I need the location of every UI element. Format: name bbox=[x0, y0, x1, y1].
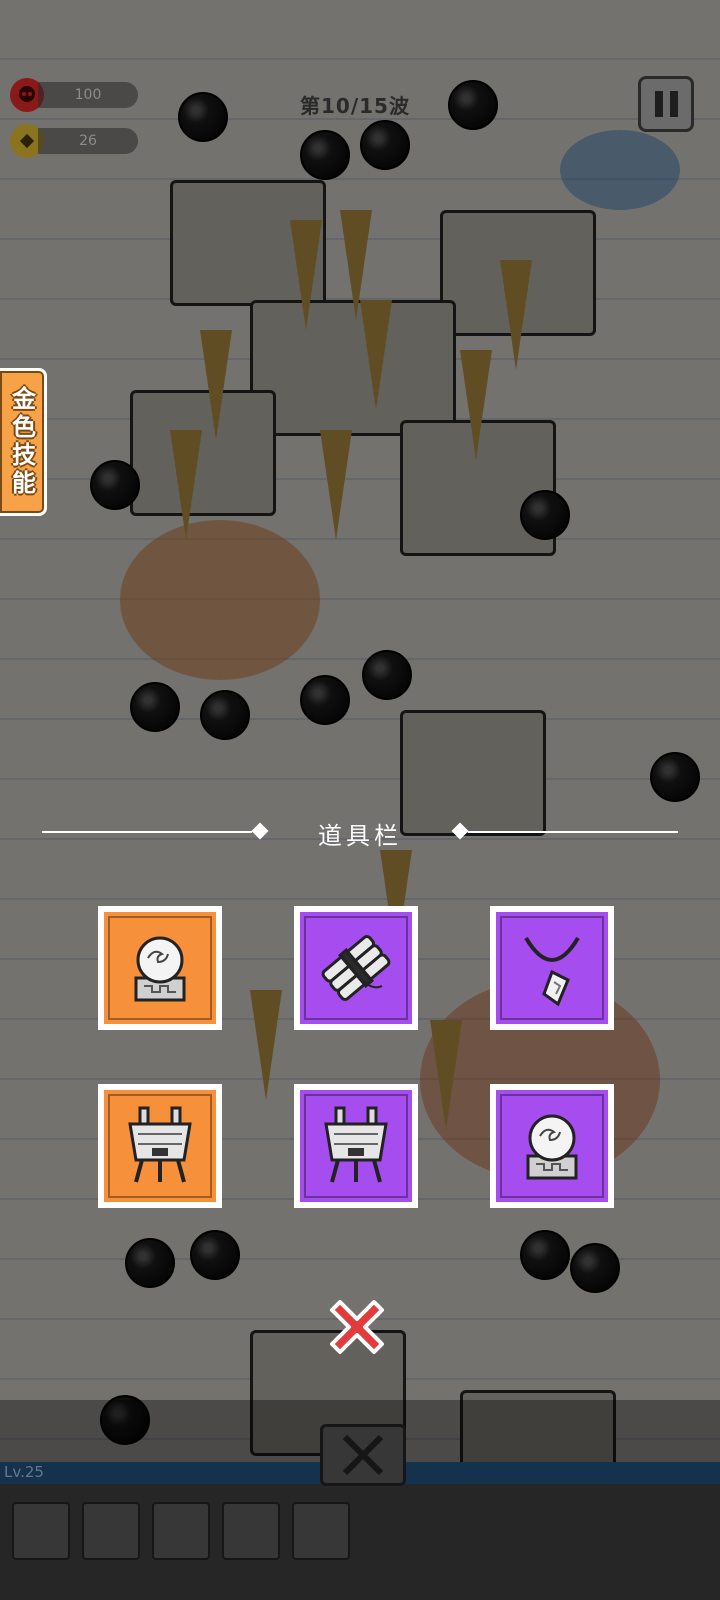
inventory-title: 道具栏 bbox=[318, 822, 402, 850]
pause-icon-bar bbox=[669, 91, 678, 117]
gold-skill-button[interactable]: 金色技能 bbox=[0, 368, 47, 516]
pause-icon bbox=[654, 91, 663, 117]
bottom-dim bbox=[0, 1400, 720, 1600]
gold-value: 26 bbox=[38, 128, 138, 154]
bronze-cauldron-icon bbox=[324, 1106, 388, 1183]
modal-backdrop[interactable] bbox=[0, 0, 720, 1600]
header-divider-right bbox=[468, 831, 678, 833]
inventory-slot-4[interactable] bbox=[98, 1084, 222, 1208]
inventory-slot-3[interactable] bbox=[490, 906, 614, 1030]
health-counter: 100 bbox=[10, 78, 138, 112]
inventory-slot-5[interactable] bbox=[294, 1084, 418, 1208]
gold-counter: 26 bbox=[10, 124, 138, 158]
inventory-slot-2[interactable] bbox=[294, 906, 418, 1030]
bronze-cauldron-icon bbox=[128, 1106, 192, 1183]
crystal-ball-icon bbox=[134, 936, 186, 1002]
inventory-slot-6[interactable] bbox=[490, 1084, 614, 1208]
crystal-ball-icon bbox=[526, 1114, 578, 1180]
health-value: 100 bbox=[38, 82, 138, 108]
gold-skill-label: 金色技能 bbox=[7, 386, 36, 498]
pendant-necklace-icon bbox=[524, 936, 580, 1007]
dynamite-bundle-icon bbox=[321, 935, 391, 1001]
inventory-slot-1[interactable] bbox=[98, 906, 222, 1030]
wave-indicator: 第10/15波 bbox=[300, 94, 410, 118]
inventory-header: 道具栏 bbox=[42, 812, 678, 852]
close-button[interactable] bbox=[326, 1294, 388, 1356]
pause-button[interactable] bbox=[638, 76, 694, 132]
close-icon bbox=[330, 1300, 384, 1354]
